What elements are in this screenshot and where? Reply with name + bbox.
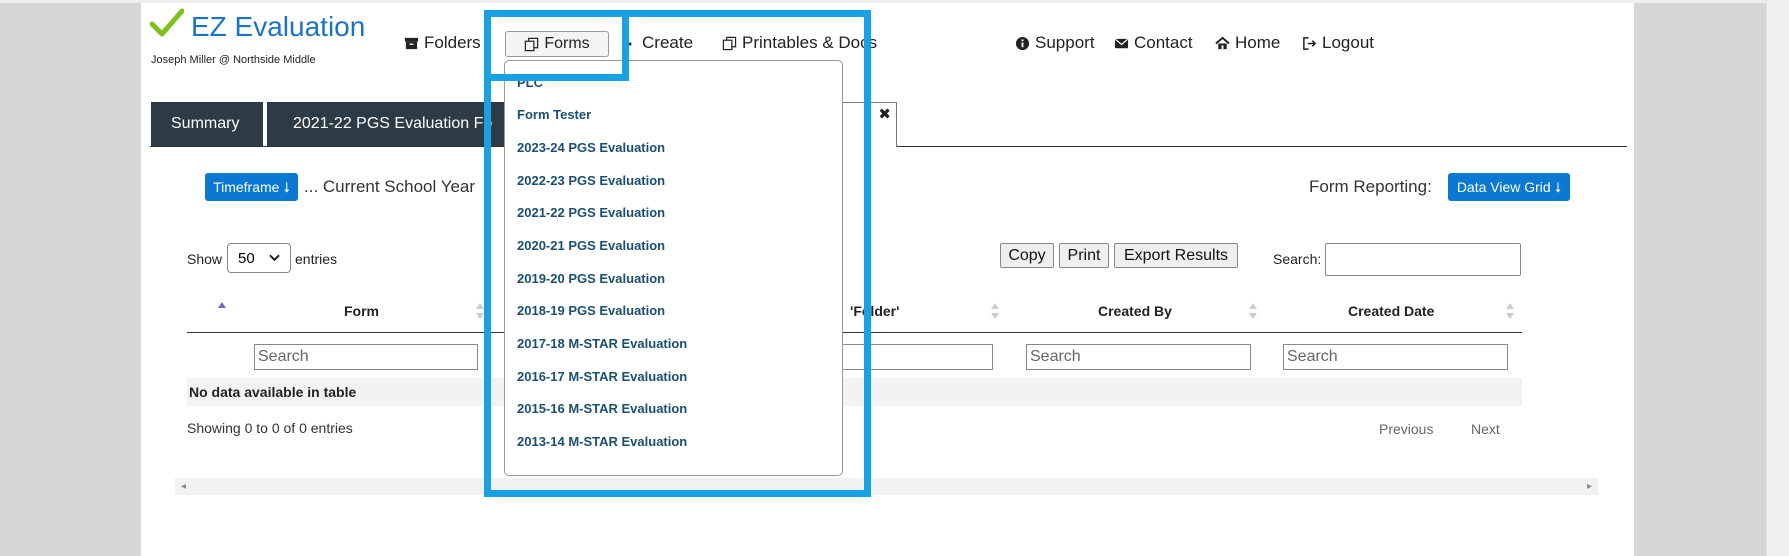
table-row: No data available in table — [187, 378, 1522, 406]
sort-icon[interactable] — [990, 301, 1000, 321]
next-button[interactable]: Next — [1471, 421, 1500, 437]
menu-item-2015-16-mstar[interactable]: 2015-16 M-STAR Evaluation — [517, 401, 687, 416]
nav-contact[interactable]: Contact — [1114, 33, 1193, 53]
th-created-by[interactable]: Created By — [1098, 303, 1172, 319]
pencil-icon — [622, 42, 632, 45]
menu-item-plc[interactable]: PLC — [517, 75, 543, 90]
nav-home[interactable]: Home — [1215, 33, 1280, 53]
nav-create-label: Create — [642, 33, 694, 52]
menu-item-2021-22-pgs[interactable]: 2021-22 PGS Evaluation — [517, 205, 665, 220]
th-form[interactable]: Form — [344, 303, 379, 319]
user-school-label: Joseph Miller @ Northside Middle — [151, 54, 316, 66]
timeframe-value: ... Current School Year — [304, 177, 476, 196]
sort-icon[interactable] — [1248, 301, 1258, 321]
print-button[interactable]: Print — [1059, 243, 1109, 268]
created-by-column-search[interactable]: Search — [1026, 344, 1251, 370]
menu-item-2019-20-pgs[interactable]: 2019-20 PGS Evaluation — [517, 271, 665, 286]
nav-contact-label: Contact — [1134, 33, 1193, 52]
sign-out-icon — [1303, 36, 1317, 50]
forms-dropdown-menu: PLC Form Tester 2023-24 PGS Evaluation 2… — [504, 60, 843, 476]
nav-support-label: Support — [1035, 33, 1095, 52]
th-folder[interactable]: 'Folder' — [850, 303, 899, 319]
copy-icon — [722, 36, 737, 50]
table-search-input[interactable] — [1325, 243, 1521, 276]
table-info: Showing 0 to 0 of 0 entries — [187, 420, 353, 436]
created-date-column-search[interactable]: Search — [1283, 344, 1508, 370]
nav-logout-label: Logout — [1322, 33, 1374, 52]
copy-button[interactable]: Copy — [1000, 243, 1054, 268]
tab-summary-label: Summary — [171, 115, 240, 132]
sort-asc-icon[interactable] — [217, 300, 227, 310]
th-created-date[interactable]: Created Date — [1348, 303, 1434, 319]
sort-icon[interactable] — [475, 301, 485, 321]
menu-item-form-tester[interactable]: Form Tester — [517, 107, 591, 122]
page-size-select[interactable]: 50 — [227, 243, 291, 273]
scroll-left-icon[interactable]: ◂ — [181, 481, 186, 492]
checkmark-logo-icon — [150, 8, 184, 37]
search-label: Search: — [1273, 251, 1322, 267]
data-view-grid-button[interactable]: Data View Grid ⭣ — [1448, 173, 1570, 201]
home-icon — [1215, 36, 1230, 49]
previous-button[interactable]: Previous — [1379, 421, 1433, 437]
sort-icon[interactable] — [1505, 301, 1515, 321]
nav-forms-button[interactable]: Forms — [505, 31, 609, 57]
app-title[interactable]: EZ Evaluation — [191, 11, 365, 43]
copy-icon — [525, 37, 539, 51]
nav-printables[interactable]: Printables & Docs — [722, 33, 877, 53]
tab-summary[interactable]: Summary — [151, 102, 263, 146]
form-reporting-label: Form Reporting: — [1309, 177, 1432, 196]
no-data-message: No data available in table — [189, 384, 357, 400]
nav-folders[interactable]: Folders — [404, 33, 481, 53]
info-circle-icon — [1015, 36, 1030, 50]
archive-icon — [404, 37, 419, 49]
close-icon[interactable]: ✖ — [878, 105, 891, 123]
nav-folders-label: Folders — [424, 33, 481, 52]
menu-item-2017-18-mstar[interactable]: 2017-18 M-STAR Evaluation — [517, 336, 687, 351]
nav-logout[interactable]: Logout — [1302, 33, 1374, 53]
menu-item-2022-23-pgs[interactable]: 2022-23 PGS Evaluation — [517, 173, 665, 188]
entries-label: entries — [295, 251, 338, 267]
scroll-right-icon[interactable]: ▸ — [1587, 481, 1592, 492]
tab-pgs-evaluation[interactable]: 2021-22 PGS Evaluation Fo — [267, 102, 507, 146]
menu-item-2023-24-pgs[interactable]: 2023-24 PGS Evaluation — [517, 140, 665, 155]
menu-item-2016-17-mstar[interactable]: 2016-17 M-STAR Evaluation — [517, 369, 687, 384]
nav-support[interactable]: Support — [1015, 33, 1095, 53]
form-column-search[interactable]: Search — [254, 344, 478, 370]
folder-column-search[interactable] — [840, 344, 993, 370]
page-size-value: 50 — [238, 249, 255, 267]
nav-forms-label: Forms — [544, 35, 590, 52]
menu-item-2013-14-mstar[interactable]: 2013-14 M-STAR Evaluation — [517, 434, 687, 449]
show-label: Show — [187, 251, 223, 267]
envelope-icon — [1114, 38, 1129, 48]
menu-item-2020-21-pgs[interactable]: 2020-21 PGS Evaluation — [517, 238, 665, 253]
nav-printables-label: Printables & Docs — [742, 33, 878, 52]
export-results-button[interactable]: Export Results — [1114, 243, 1238, 268]
timeframe-button[interactable]: Timeframe ⭣ — [205, 173, 298, 201]
thead-divider — [187, 332, 1522, 333]
tab-pgs-label: 2021-22 PGS Evaluation Fo — [293, 115, 493, 132]
horizontal-scrollbar[interactable]: ◂ ▸ — [175, 478, 1598, 495]
nav-create[interactable]: Create — [622, 33, 693, 53]
chevron-down-icon — [268, 254, 280, 262]
menu-item-2018-19-pgs[interactable]: 2018-19 PGS Evaluation — [517, 303, 665, 318]
nav-home-label: Home — [1235, 33, 1281, 52]
vertical-scrollbar[interactable] — [1766, 0, 1789, 556]
